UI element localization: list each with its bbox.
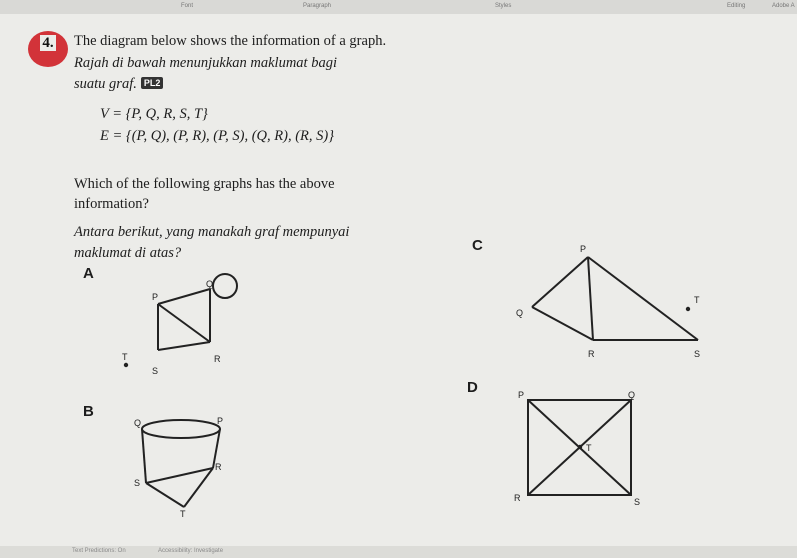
graph-b-label-q: Q bbox=[134, 418, 141, 428]
level-badge: PL2 bbox=[140, 77, 164, 89]
question-number-badge: 4. bbox=[28, 31, 68, 67]
graph-b-label-t: T bbox=[180, 509, 186, 519]
graph-b-ellipse-qp bbox=[141, 419, 221, 439]
question-number: 4. bbox=[40, 35, 56, 51]
graph-a-edge-pq bbox=[157, 288, 211, 305]
graph-a-label-r: R bbox=[214, 354, 221, 364]
option-d-letter[interactable]: D bbox=[467, 379, 478, 396]
graph-a-loop-q bbox=[212, 273, 238, 299]
ask-malay-line2: maklumat di atas? bbox=[74, 245, 182, 261]
status-text-predictions[interactable]: Text Predictions: On bbox=[72, 548, 126, 554]
question-english: The diagram below shows the information … bbox=[74, 33, 387, 49]
graph-c-label-q: Q bbox=[516, 308, 523, 318]
graph-d[interactable]: P Q T R S bbox=[500, 385, 660, 515]
ribbon-font-label[interactable]: Font bbox=[181, 3, 193, 9]
ribbon-styles-label[interactable]: Styles bbox=[495, 3, 511, 9]
graph-b-edge-qs bbox=[141, 428, 147, 484]
graph-c-edge-qr bbox=[531, 306, 594, 341]
graph-b-label-r: R bbox=[215, 462, 222, 472]
graph-c[interactable]: P Q T R S bbox=[500, 240, 730, 365]
graph-a[interactable]: P Q R S T bbox=[110, 270, 260, 385]
ribbon-paragraph-label[interactable]: Paragraph bbox=[303, 3, 331, 9]
graph-d-label-r: R bbox=[514, 493, 521, 503]
ribbon-editing-label[interactable]: Editing bbox=[727, 3, 745, 9]
graph-b-label-p: P bbox=[217, 416, 223, 426]
graph-d-label-t: T bbox=[586, 443, 592, 453]
option-c-letter[interactable]: C bbox=[472, 237, 483, 254]
status-bar: Text Predictions: On Accessibility: Inve… bbox=[0, 546, 797, 558]
ask-english-line1: Which of the following graphs has the ab… bbox=[74, 176, 335, 192]
ask-malay-line1: Antara berikut, yang manakah graf mempun… bbox=[74, 224, 350, 240]
question-malay-line2: suatu graf. PL2 bbox=[74, 76, 164, 93]
graph-c-vertex-t bbox=[685, 306, 691, 312]
ribbon-toolbar: Font Paragraph Styles Editing Adobe A bbox=[0, 0, 797, 14]
vertex-set: V = {P, Q, R, S, T} bbox=[100, 106, 208, 122]
graph-a-label-s: S bbox=[152, 366, 158, 376]
graph-a-label-t: T bbox=[122, 352, 128, 362]
graph-c-edge-pq bbox=[531, 256, 589, 308]
graph-d-label-s: S bbox=[634, 497, 640, 507]
graph-c-edge-pr bbox=[587, 256, 594, 341]
graph-d-label-q: Q bbox=[628, 390, 635, 400]
graph-c-label-r: R bbox=[588, 349, 595, 359]
option-a-letter[interactable]: A bbox=[83, 265, 94, 282]
graph-c-label-p: P bbox=[580, 244, 586, 254]
graph-a-label-p: P bbox=[152, 292, 158, 302]
question-malay-line1: Rajah di bawah menunjukkan maklumat bagi bbox=[74, 55, 337, 71]
graph-a-label-q: Q bbox=[206, 279, 213, 289]
graph-a-vertex-t bbox=[123, 362, 129, 368]
ask-english-line2: information? bbox=[74, 196, 149, 212]
graph-b-label-s: S bbox=[134, 478, 140, 488]
ribbon-adobe-label[interactable]: Adobe A bbox=[772, 3, 795, 9]
graph-a-edge-pr bbox=[157, 303, 211, 343]
option-b-letter[interactable]: B bbox=[83, 403, 94, 420]
graph-b[interactable]: Q P R S T bbox=[110, 408, 260, 523]
graph-d-label-p: P bbox=[518, 390, 524, 400]
graph-b-edge-st bbox=[145, 482, 185, 508]
graph-c-label-s: S bbox=[694, 349, 700, 359]
graph-d-vertex-t bbox=[577, 444, 583, 450]
graph-c-edge-ps bbox=[587, 256, 699, 341]
status-accessibility[interactable]: Accessibility: Investigate bbox=[158, 548, 223, 554]
edge-set: E = {(P, Q), (P, R), (P, S), (Q, R), (R,… bbox=[100, 128, 335, 144]
graph-c-label-t: T bbox=[694, 295, 700, 305]
graph-a-edge-rs bbox=[157, 341, 211, 351]
question-malay-text: suatu graf. bbox=[74, 76, 137, 92]
